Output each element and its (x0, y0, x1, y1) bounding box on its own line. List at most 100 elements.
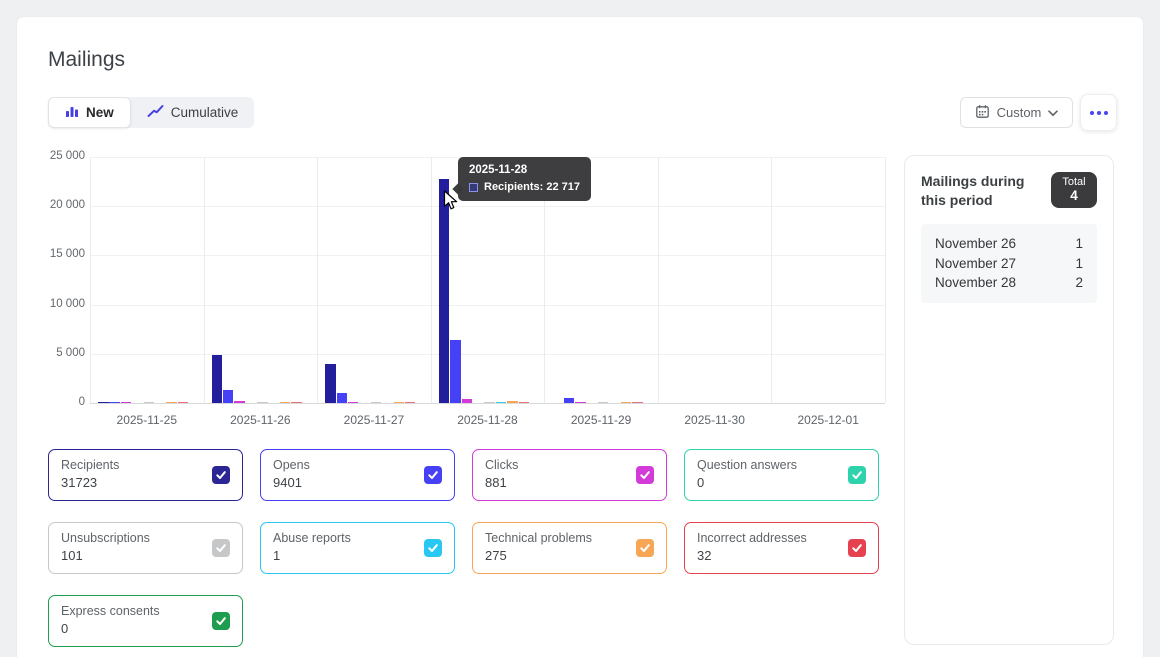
period-summary-panel: Mailings during this period Total 4 Nove… (904, 155, 1114, 645)
metric-value: 881 (485, 475, 654, 490)
bar-clicks-2025-11-25[interactable] (121, 402, 132, 404)
total-badge-value: 4 (1051, 188, 1097, 203)
metric-value: 1 (273, 548, 442, 563)
gridline-h (90, 255, 885, 256)
metric-cards-row-2: Unsubscriptions 101 Abuse reports 1 Technica… (48, 522, 879, 574)
bar-recipients-2025-11-25[interactable] (98, 402, 109, 404)
period-day-label: November 28 (935, 273, 1016, 293)
metric-card-opens[interactable]: Opens9401 (260, 449, 455, 501)
bar-incorrect-addresses-2025-11-29[interactable] (632, 402, 643, 404)
period-summary-list: November 26 1 November 27 1 November 28 2 (921, 224, 1097, 303)
y-axis-tick: 5 000 (30, 347, 85, 359)
bar-technical-problems-2025-11-27[interactable] (394, 402, 405, 404)
bar-incorrect-addresses-2025-11-26[interactable] (291, 402, 302, 404)
metric-card-technical-problems[interactable]: Technical problems 275 (472, 522, 667, 574)
x-axis-tick: 2025-11-28 (431, 413, 545, 427)
bar-opens-2025-11-26[interactable] (223, 390, 234, 403)
metric-card-clicks[interactable]: Clicks 881 (472, 449, 667, 501)
bar-unsubscriptions-2025-11-26[interactable] (257, 402, 268, 404)
chart-tooltip: 2025-11-28 Recipients: 22 717 (458, 157, 591, 201)
incorrect-addresses-checkbox[interactable] (848, 539, 866, 557)
bar-opens-2025-11-29[interactable] (564, 398, 575, 403)
bar-unsubscriptions-2025-11-29[interactable] (598, 402, 609, 404)
metric-value: 32 (697, 548, 866, 563)
gridline-h (90, 354, 885, 355)
metric-label: Abuse reports (273, 531, 442, 545)
bar-clicks-2025-11-28[interactable] (462, 399, 473, 403)
bar-technical-problems-2025-11-25[interactable] (166, 402, 177, 404)
metric-label: Clicks (485, 458, 654, 472)
total-badge: Total 4 (1051, 172, 1097, 208)
mouse-cursor-icon (443, 190, 461, 217)
gridline-v (658, 157, 659, 403)
metric-card-question-answers[interactable]: Question answers0 (684, 449, 879, 501)
bar-technical-problems-2025-11-28[interactable] (507, 401, 518, 403)
period-day-label: November 26 (935, 234, 1016, 254)
metric-cards-row-3: Express consents0 (48, 595, 243, 647)
period-summary-row: November 26 1 (935, 234, 1083, 254)
bar-unsubscriptions-2025-11-28[interactable] (484, 402, 495, 404)
bar-incorrect-addresses-2025-11-28[interactable] (519, 402, 530, 404)
metric-card-recipients[interactable]: Recipients 31723 (48, 449, 243, 501)
x-axis-tick: 2025-11-29 (544, 413, 658, 427)
metric-label: Express consents (61, 604, 230, 618)
gridline-v (317, 157, 318, 403)
bar-opens-2025-11-27[interactable] (337, 393, 348, 403)
series-marker-icon (469, 183, 478, 192)
metric-card-express-consents[interactable]: Express consents0 (48, 595, 243, 647)
metric-label: Technical problems (485, 531, 654, 545)
metric-card-abuse-reports[interactable]: Abuse reports 1 (260, 522, 455, 574)
y-axis-tick: 25 000 (30, 150, 85, 162)
bar-opens-2025-11-25[interactable] (109, 402, 120, 404)
gridline-v (885, 157, 886, 403)
period-day-count: 2 (1075, 273, 1083, 293)
gridline-h (90, 305, 885, 306)
metric-label: Unsubscriptions (61, 531, 230, 545)
period-summary-row: November 27 1 (935, 254, 1083, 274)
metric-value: 31723 (61, 475, 230, 490)
metric-value: 101 (61, 548, 230, 563)
opens-checkbox[interactable] (424, 466, 442, 484)
bar-technical-problems-2025-11-26[interactable] (280, 402, 291, 404)
question-answers-checkbox[interactable] (848, 466, 866, 484)
bar-clicks-2025-11-27[interactable] (348, 402, 359, 404)
bar-incorrect-addresses-2025-11-25[interactable] (178, 402, 189, 404)
period-day-count: 1 (1075, 254, 1083, 274)
bar-opens-2025-11-28[interactable] (450, 340, 461, 403)
period-summary-heading: Mailings during this period (921, 172, 1029, 210)
metric-card-incorrect-addresses[interactable]: Incorrect addresses32 (684, 522, 879, 574)
bar-recipients-2025-11-26[interactable] (212, 355, 223, 403)
period-day-count: 1 (1075, 234, 1083, 254)
x-axis-tick: 2025-11-26 (204, 413, 318, 427)
y-axis-tick: 15 000 (30, 248, 85, 260)
bar-abuse-reports-2025-11-28[interactable] (496, 402, 507, 404)
mailings-page: Mailings New Cumulative Custom (0, 0, 1160, 657)
bar-recipients-2025-11-27[interactable] (325, 364, 336, 403)
bar-unsubscriptions-2025-11-25[interactable] (144, 402, 155, 404)
metric-card-unsubscriptions[interactable]: Unsubscriptions 101 (48, 522, 243, 574)
unsubscriptions-checkbox[interactable] (212, 539, 230, 557)
tooltip-date: 2025-11-28 (469, 164, 580, 176)
y-axis-tick: 10 000 (30, 298, 85, 310)
metric-value: 0 (697, 475, 866, 490)
technical-problems-checkbox[interactable] (636, 539, 654, 557)
x-axis-tick: 2025-12-01 (771, 413, 885, 427)
x-axis-tick: 2025-11-25 (90, 413, 204, 427)
period-day-label: November 27 (935, 254, 1016, 274)
gridline-h (90, 403, 885, 404)
express-consents-checkbox[interactable] (212, 612, 230, 630)
gridline-v (771, 157, 772, 403)
metric-cards-row-1: Recipients 31723 Opens9401 Clicks 881 Questio… (48, 449, 879, 501)
metric-value: 275 (485, 548, 654, 563)
bar-clicks-2025-11-26[interactable] (234, 401, 245, 403)
recipients-checkbox[interactable] (212, 466, 230, 484)
clicks-checkbox[interactable] (636, 466, 654, 484)
abuse-reports-checkbox[interactable] (424, 539, 442, 557)
bar-unsubscriptions-2025-11-27[interactable] (371, 402, 382, 404)
y-axis-tick: 20 000 (30, 199, 85, 211)
bar-incorrect-addresses-2025-11-27[interactable] (405, 402, 416, 404)
bar-clicks-2025-11-29[interactable] (575, 402, 586, 404)
gridline-v (90, 157, 91, 403)
bar-technical-problems-2025-11-29[interactable] (621, 402, 632, 404)
metric-label: Recipients (61, 458, 230, 472)
